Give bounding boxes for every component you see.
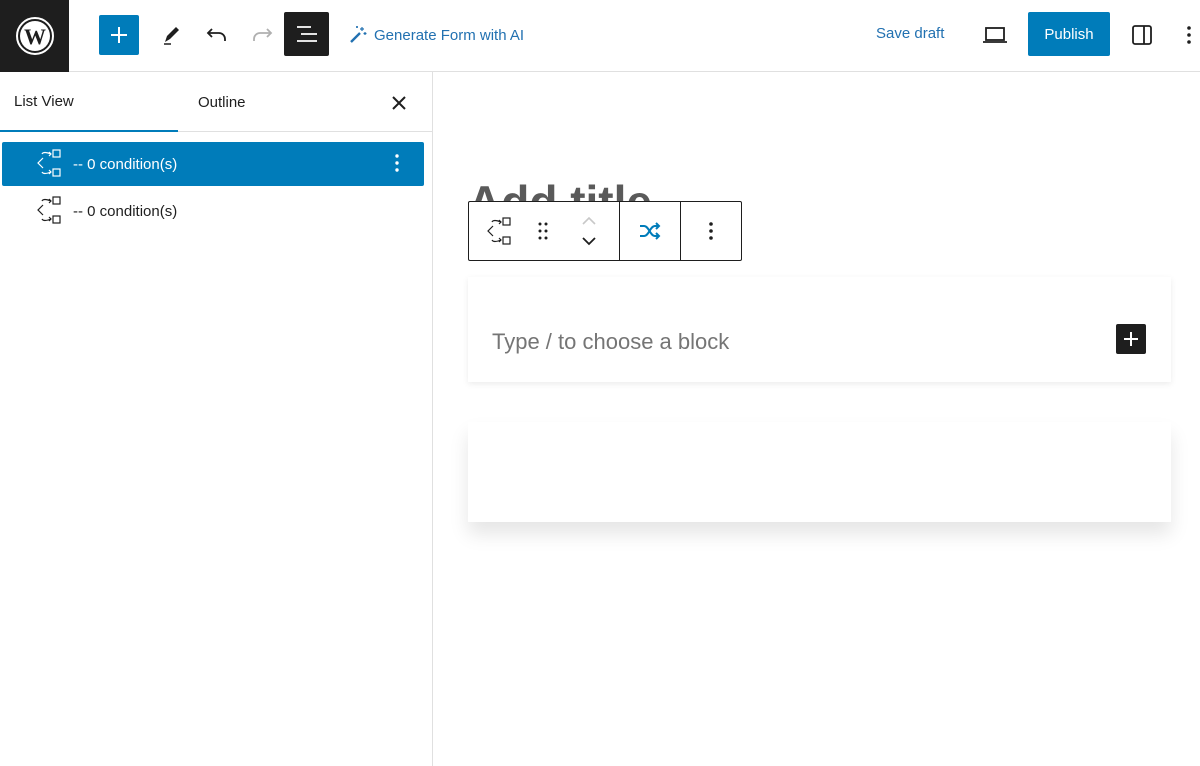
conditional-logic-icon xyxy=(487,217,511,245)
block-toolbar xyxy=(468,201,742,261)
document-overview-button[interactable] xyxy=(284,12,329,56)
tools-button[interactable] xyxy=(154,15,190,55)
conditional-block[interactable] xyxy=(468,422,1171,522)
list-item[interactable]: -- 0 condition(s) xyxy=(2,142,424,186)
shuffle-button[interactable] xyxy=(635,216,665,246)
settings-sidebar-button[interactable] xyxy=(1124,15,1160,55)
list-view-icon xyxy=(296,26,317,42)
options-button[interactable] xyxy=(1178,15,1200,55)
add-block-button[interactable] xyxy=(99,15,139,55)
save-draft-button[interactable]: Save draft xyxy=(876,25,944,42)
conditional-block[interactable]: Type / to choose a block xyxy=(468,277,1171,382)
svg-text:W: W xyxy=(24,24,46,49)
generate-form-ai-label: Generate Form with AI xyxy=(374,26,525,44)
shuffle-icon xyxy=(640,222,661,240)
generate-form-ai-button[interactable]: Generate Form with AI xyxy=(348,24,524,46)
block-toolbar-group xyxy=(620,202,681,260)
tab-outline[interactable]: Outline xyxy=(198,72,246,132)
document-overview-panel: List View Outline -- 0 condition(s) -- 0… xyxy=(0,72,433,766)
conditional-logic-icon xyxy=(36,148,62,183)
chevron-up-icon xyxy=(582,216,596,225)
block-inserter-button[interactable] xyxy=(1116,324,1146,354)
move-up-button[interactable] xyxy=(577,212,601,230)
block-options-button[interactable] xyxy=(696,216,726,246)
plus-icon xyxy=(1124,332,1138,346)
panel-tabs: List View Outline xyxy=(0,72,432,132)
list-item-label: -- 0 condition(s) xyxy=(73,203,178,220)
block-toolbar-group xyxy=(469,202,620,260)
pencil-icon xyxy=(164,27,179,45)
editor-app: W Generate Form with AI Save draft Publi… xyxy=(0,0,1200,766)
post-title-input[interactable]: Add title xyxy=(468,172,652,204)
more-vertical-icon xyxy=(709,222,713,240)
chevron-down-icon xyxy=(582,237,596,246)
more-vertical-icon[interactable] xyxy=(394,152,400,179)
block-placeholder[interactable]: Type / to choose a block xyxy=(492,329,729,355)
wordpress-logo-icon[interactable]: W xyxy=(0,0,69,72)
more-vertical-icon xyxy=(1187,26,1191,44)
redo-icon xyxy=(253,28,273,41)
block-toolbar-group xyxy=(681,202,741,260)
tab-list-view[interactable]: List View xyxy=(0,72,178,132)
block-type-button[interactable] xyxy=(481,212,517,250)
sidebar-toggle-icon xyxy=(1132,25,1152,45)
top-toolbar: W Generate Form with AI Save draft Publi… xyxy=(0,0,1200,72)
editor-canvas: Add title Type / to choose a block xyxy=(433,72,1200,766)
magic-wand-icon xyxy=(350,26,367,43)
move-down-button[interactable] xyxy=(577,232,601,250)
close-icon xyxy=(392,96,406,110)
drag-handle-icon[interactable] xyxy=(531,216,555,246)
undo-button[interactable] xyxy=(199,15,235,55)
list-item-label: -- 0 condition(s) xyxy=(73,156,178,173)
conditional-logic-icon xyxy=(36,195,62,230)
redo-button[interactable] xyxy=(244,15,280,55)
close-panel-button[interactable] xyxy=(386,90,412,116)
undo-icon xyxy=(206,28,226,41)
preview-button[interactable] xyxy=(977,15,1013,55)
plus-icon xyxy=(111,27,127,43)
list-item[interactable]: -- 0 condition(s) xyxy=(2,189,424,233)
desktop-icon xyxy=(983,27,1007,43)
publish-button[interactable]: Publish xyxy=(1028,12,1110,56)
